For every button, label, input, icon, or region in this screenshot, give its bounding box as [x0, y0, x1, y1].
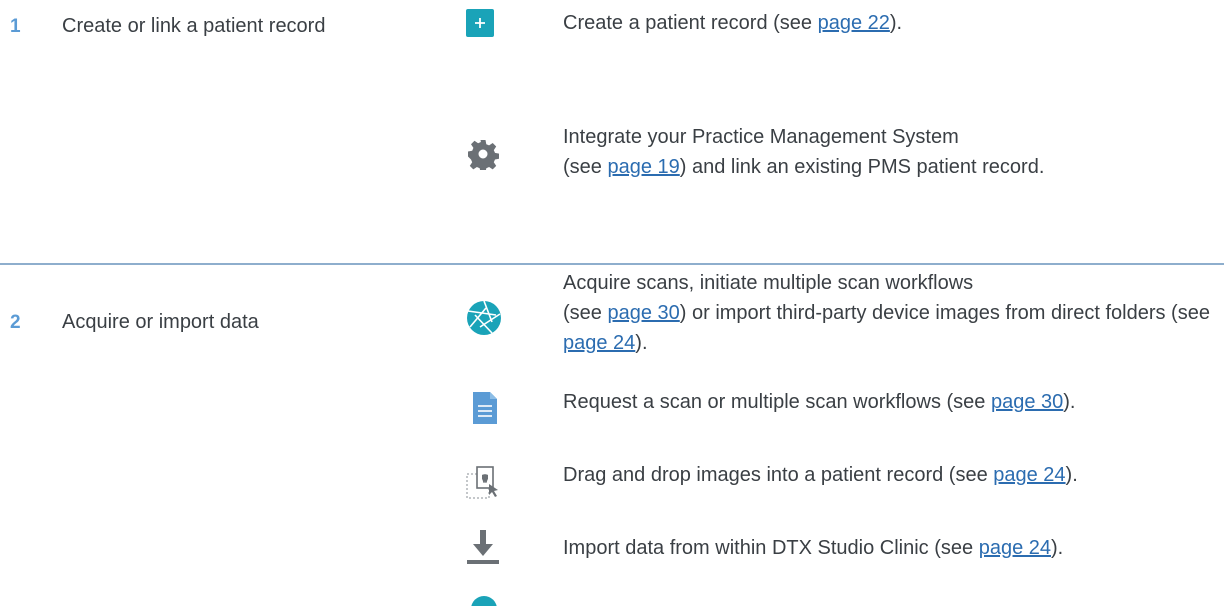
- action-acquire-scans: Acquire scans, initiate multiple scan wo…: [563, 272, 1210, 354]
- page-link[interactable]: page 30: [607, 302, 679, 324]
- action-import-dtx: Import data from within DTX Studio Clini…: [563, 537, 1064, 559]
- page-link[interactable]: page 24: [563, 332, 635, 354]
- step-title: Acquire or import data: [62, 311, 259, 333]
- page-link[interactable]: page 30: [991, 391, 1063, 413]
- page-link[interactable]: page 24: [979, 537, 1051, 559]
- section-divider: [0, 263, 1224, 265]
- page-link[interactable]: page 24: [993, 464, 1065, 486]
- plus-icon[interactable]: [466, 9, 494, 37]
- step-number: 2: [10, 312, 21, 333]
- action-integrate-pms: Integrate your Practice Management Syste…: [563, 126, 1045, 178]
- download-icon[interactable]: [467, 530, 499, 564]
- action-create-patient: Create a patient record (see page 22).: [563, 12, 903, 34]
- aperture-icon[interactable]: [466, 300, 502, 336]
- page-link[interactable]: page 19: [607, 156, 679, 178]
- action-request-scan: Request a scan or multiple scan workflow…: [563, 391, 1076, 413]
- action-drag-drop: Drag and drop images into a patient reco…: [563, 464, 1078, 486]
- step-title: Create or link a patient record: [62, 15, 326, 37]
- document-icon[interactable]: [473, 392, 497, 424]
- gear-icon[interactable]: [467, 138, 499, 170]
- drag-drop-icon[interactable]: [466, 466, 500, 500]
- step-number: 1: [10, 16, 21, 37]
- page-link[interactable]: page 22: [818, 12, 890, 34]
- 3shape-icon[interactable]: [470, 595, 498, 606]
